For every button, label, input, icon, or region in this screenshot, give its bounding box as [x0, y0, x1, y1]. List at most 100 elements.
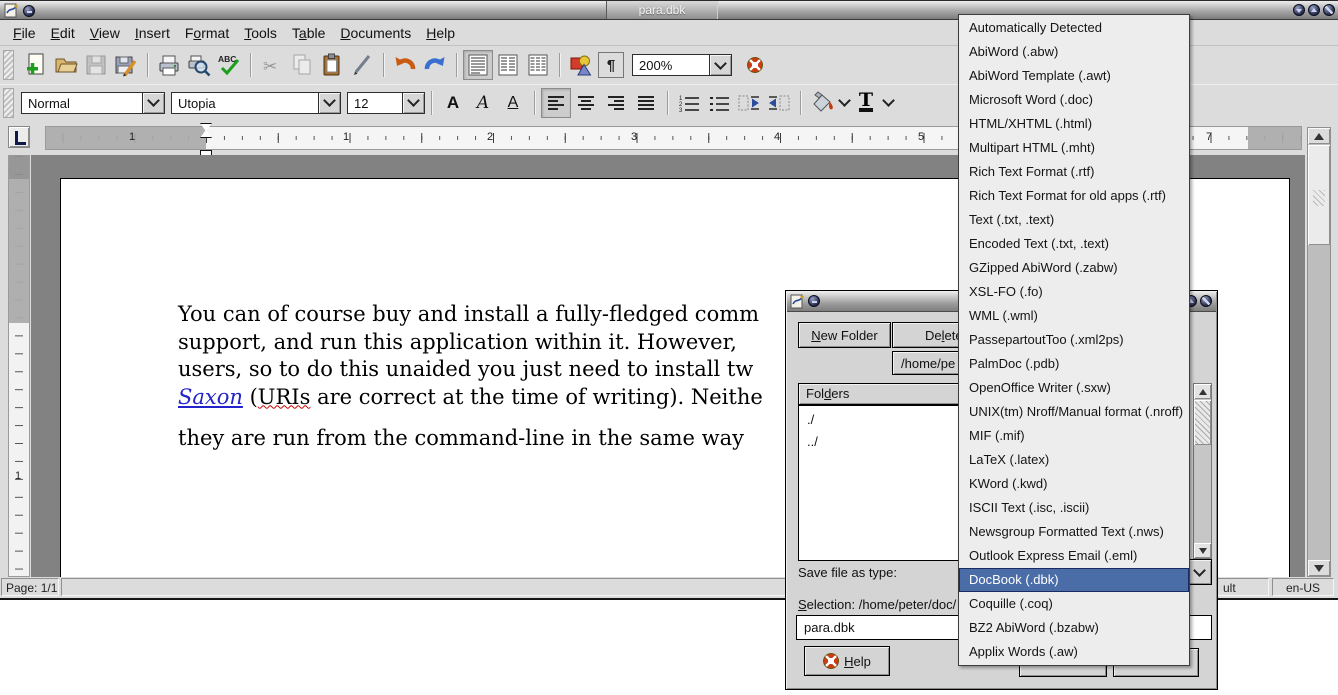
decrease-indent-button[interactable] [734, 88, 764, 118]
redo-button[interactable] [420, 50, 450, 80]
format-option[interactable]: UNIX(tm) Nroff/Manual format (.nroff) [959, 400, 1189, 424]
font-value[interactable]: Utopia [171, 92, 319, 114]
hyperlink-saxon[interactable]: Saxon [178, 385, 243, 409]
format-option[interactable]: ISCII Text (.isc, .iscii) [959, 496, 1189, 520]
dialog-help-button[interactable]: Help [804, 646, 890, 676]
toolbar-drag-handle[interactable] [3, 50, 14, 80]
show-formatting-marks-button[interactable]: ¶ [596, 50, 626, 80]
format-option[interactable]: Outlook Express Email (.eml) [959, 544, 1189, 568]
font-color-dropdown-arrow[interactable] [881, 90, 895, 116]
maximize-button[interactable] [1308, 4, 1320, 16]
view-one-column-button[interactable] [463, 50, 493, 80]
format-option[interactable]: Multipart HTML (.mht) [959, 136, 1189, 160]
new-folder-button[interactable]: New Folder [798, 322, 891, 348]
paste-button[interactable] [317, 50, 347, 80]
files-scrollbar-thumb[interactable] [1194, 400, 1211, 445]
menu-item[interactable]: Insert [135, 25, 170, 41]
format-option[interactable]: Rich Text Format (.rtf) [959, 160, 1189, 184]
cut-button[interactable]: ✂ [257, 50, 287, 80]
menu-item[interactable]: Edit [51, 25, 75, 41]
menu-item[interactable]: Help [426, 25, 455, 41]
menu-item[interactable]: View [90, 25, 120, 41]
align-left-button[interactable] [541, 88, 571, 118]
style-value[interactable]: Normal [21, 92, 143, 114]
menu-item[interactable]: Tools [244, 25, 277, 41]
undo-button[interactable] [390, 50, 420, 80]
spell-check-button[interactable]: ABC [214, 50, 244, 80]
format-option[interactable]: AbiWord (.abw) [959, 40, 1189, 64]
insert-image-button[interactable] [566, 50, 596, 80]
folder-row[interactable]: ./ [799, 409, 979, 431]
open-button[interactable] [51, 50, 81, 80]
view-two-columns-button[interactable] [493, 50, 523, 80]
format-option[interactable]: Encoded Text (.txt, .text) [959, 232, 1189, 256]
view-three-columns-button[interactable] [523, 50, 553, 80]
new-document-button[interactable] [21, 50, 51, 80]
format-option[interactable]: OpenOffice Writer (.sxw) [959, 376, 1189, 400]
dialog-close-button[interactable] [1200, 295, 1212, 307]
tab-stop-selector-button[interactable] [8, 126, 30, 148]
file-type-dropdown-arrow[interactable] [1187, 559, 1212, 585]
folders-column-header[interactable]: Folders [798, 383, 980, 405]
window-menu-button[interactable] [23, 5, 35, 17]
font-color-button[interactable]: T [851, 88, 881, 118]
zoom-dropdown-arrow[interactable] [710, 54, 732, 76]
font-size-dropdown-arrow[interactable] [403, 92, 425, 114]
format-option[interactable]: Applix Words (.aw) [959, 640, 1189, 664]
underline-button[interactable]: A [498, 88, 528, 118]
bold-button[interactable]: A [438, 88, 468, 118]
align-justify-button[interactable] [631, 88, 661, 118]
font-size-value[interactable]: 12 [347, 92, 403, 114]
format-option[interactable]: WML (.wml) [959, 304, 1189, 328]
format-option[interactable]: Text (.txt, .text) [959, 208, 1189, 232]
highlight-color-dropdown-arrow[interactable] [837, 90, 851, 116]
save-button[interactable] [81, 50, 111, 80]
style-dropdown-arrow[interactable] [143, 92, 165, 114]
format-option[interactable]: DocBook (.dbk) [959, 568, 1189, 592]
format-option[interactable]: KWord (.kwd) [959, 472, 1189, 496]
scrollbar-thumb[interactable] [1308, 145, 1330, 245]
format-option[interactable]: PalmDoc (.pdb) [959, 352, 1189, 376]
menu-item[interactable]: File [13, 25, 36, 41]
format-option[interactable]: GZipped AbiWord (.zabw) [959, 256, 1189, 280]
folder-row[interactable]: ../ [799, 431, 979, 453]
highlight-color-button[interactable] [807, 88, 837, 118]
print-preview-button[interactable] [184, 50, 214, 80]
format-option[interactable]: MIF (.mif) [959, 424, 1189, 448]
format-option[interactable]: LaTeX (.latex) [959, 448, 1189, 472]
dialog-menu-button[interactable] [808, 295, 820, 307]
folders-list[interactable]: ./../ [798, 405, 980, 561]
save-as-button[interactable] [111, 50, 141, 80]
align-right-button[interactable] [601, 88, 631, 118]
font-dropdown-arrow[interactable] [319, 92, 341, 114]
scroll-down-button[interactable] [1308, 560, 1330, 576]
toolbar-drag-handle[interactable] [3, 88, 14, 118]
format-option[interactable]: Newsgroup Formatted Text (.nws) [959, 520, 1189, 544]
close-button[interactable] [1323, 4, 1335, 16]
copy-button[interactable] [287, 50, 317, 80]
format-option[interactable]: XSL-FO (.fo) [959, 280, 1189, 304]
format-option[interactable]: Coquille (.coq) [959, 592, 1189, 616]
scroll-up-button[interactable] [1308, 128, 1330, 144]
menu-item[interactable]: Table [292, 25, 325, 41]
bulleted-list-button[interactable] [704, 88, 734, 118]
format-option[interactable]: Rich Text Format for old apps (.rtf) [959, 184, 1189, 208]
vertical-ruler[interactable]: 1 [8, 155, 30, 577]
format-option[interactable]: BZ2 AbiWord (.bzabw) [959, 616, 1189, 640]
format-option[interactable]: HTML/XHTML (.html) [959, 112, 1189, 136]
zoom-value[interactable]: 200% [632, 54, 710, 76]
files-scroll-down-button[interactable] [1194, 543, 1211, 558]
numbered-list-button[interactable]: 123 [674, 88, 704, 118]
format-option[interactable]: PassepartoutToo (.xml2ps) [959, 328, 1189, 352]
align-center-button[interactable] [571, 88, 601, 118]
files-list-scrollbar[interactable] [1193, 383, 1212, 559]
format-option[interactable]: AbiWord Template (.awt) [959, 64, 1189, 88]
stylus-button[interactable] [347, 50, 377, 80]
help-button[interactable] [740, 50, 770, 80]
format-option[interactable]: Automatically Detected [959, 16, 1189, 40]
menu-item[interactable]: Format [185, 25, 229, 41]
increase-indent-button[interactable] [764, 88, 794, 118]
print-button[interactable] [154, 50, 184, 80]
minimize-button[interactable] [1293, 4, 1305, 16]
italic-button[interactable]: A [468, 88, 498, 118]
